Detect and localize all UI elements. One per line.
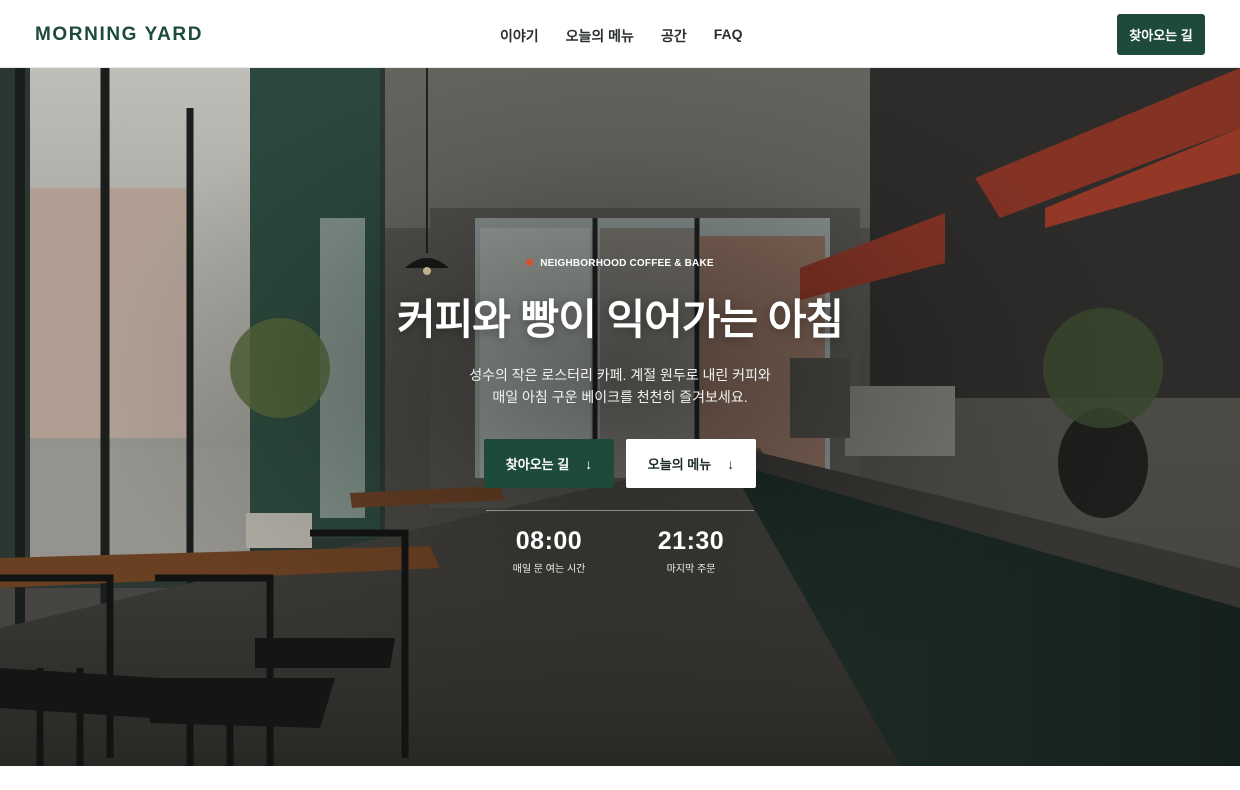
hero-overlay xyxy=(0,68,1240,766)
hero-eyebrow: NEIGHBORHOOD COFFEE & BAKE xyxy=(0,258,1240,269)
brand-logo[interactable]: MORNING YARD xyxy=(35,24,203,46)
hero-title: 커피와 빵이 익어가는 아침 xyxy=(396,296,844,343)
main-nav: 이야기 오늘의 메뉴 공간 FAQ xyxy=(500,26,769,46)
site-header: MORNING YARD 이야기 오늘의 메뉴 공간 FAQ 찾아오는 길 xyxy=(0,0,1240,68)
hero-menu-label: 오늘의 메뉴 xyxy=(647,457,712,472)
stat-label: 매일 문 여는 시간 xyxy=(512,564,586,575)
accent-dot-icon xyxy=(526,259,534,266)
stat-label: 마지막 주문 xyxy=(666,564,716,575)
stat-value: 08:00 xyxy=(515,527,583,555)
hero-description: 성수의 작은 로스터리 카페. 계절 원두로 내린 커피와 매일 아침 구운 베… xyxy=(0,364,1240,408)
hero-menu-button[interactable]: 오늘의 메뉴 ↓ xyxy=(626,439,756,488)
hero-directions-button[interactable]: 찾아오는 길 ↓ xyxy=(484,439,614,488)
nav-item-faq[interactable]: FAQ xyxy=(714,26,743,46)
hero-eyebrow-text: NEIGHBORHOOD COFFEE & BAKE xyxy=(540,258,714,269)
hero-directions-label: 찾아오는 길 xyxy=(505,457,570,472)
nav-item-story[interactable]: 이야기 xyxy=(500,26,539,46)
hero-description-line: 성수의 작은 로스터리 카페. 계절 원두로 내린 커피와 xyxy=(469,367,771,383)
nav-item-space[interactable]: 공간 xyxy=(661,26,687,46)
stat-last-order: 21:30 마지막 주문 xyxy=(631,527,751,575)
stat-value: 21:30 xyxy=(657,527,725,555)
hero-description-line: 매일 아침 구운 베이크를 천천히 즐겨보세요. xyxy=(492,389,748,405)
hero-divider xyxy=(486,510,754,511)
arrow-down-icon: ↓ xyxy=(585,455,593,472)
directions-button[interactable]: 찾아오는 길 xyxy=(1117,14,1205,55)
stat-open-time: 08:00 매일 문 여는 시간 xyxy=(489,527,609,575)
arrow-down-icon: ↓ xyxy=(727,455,735,472)
nav-item-menu[interactable]: 오늘의 메뉴 xyxy=(566,26,634,46)
hero-section: NEIGHBORHOOD COFFEE & BAKE 커피와 빵이 익어가는 아… xyxy=(0,68,1240,766)
